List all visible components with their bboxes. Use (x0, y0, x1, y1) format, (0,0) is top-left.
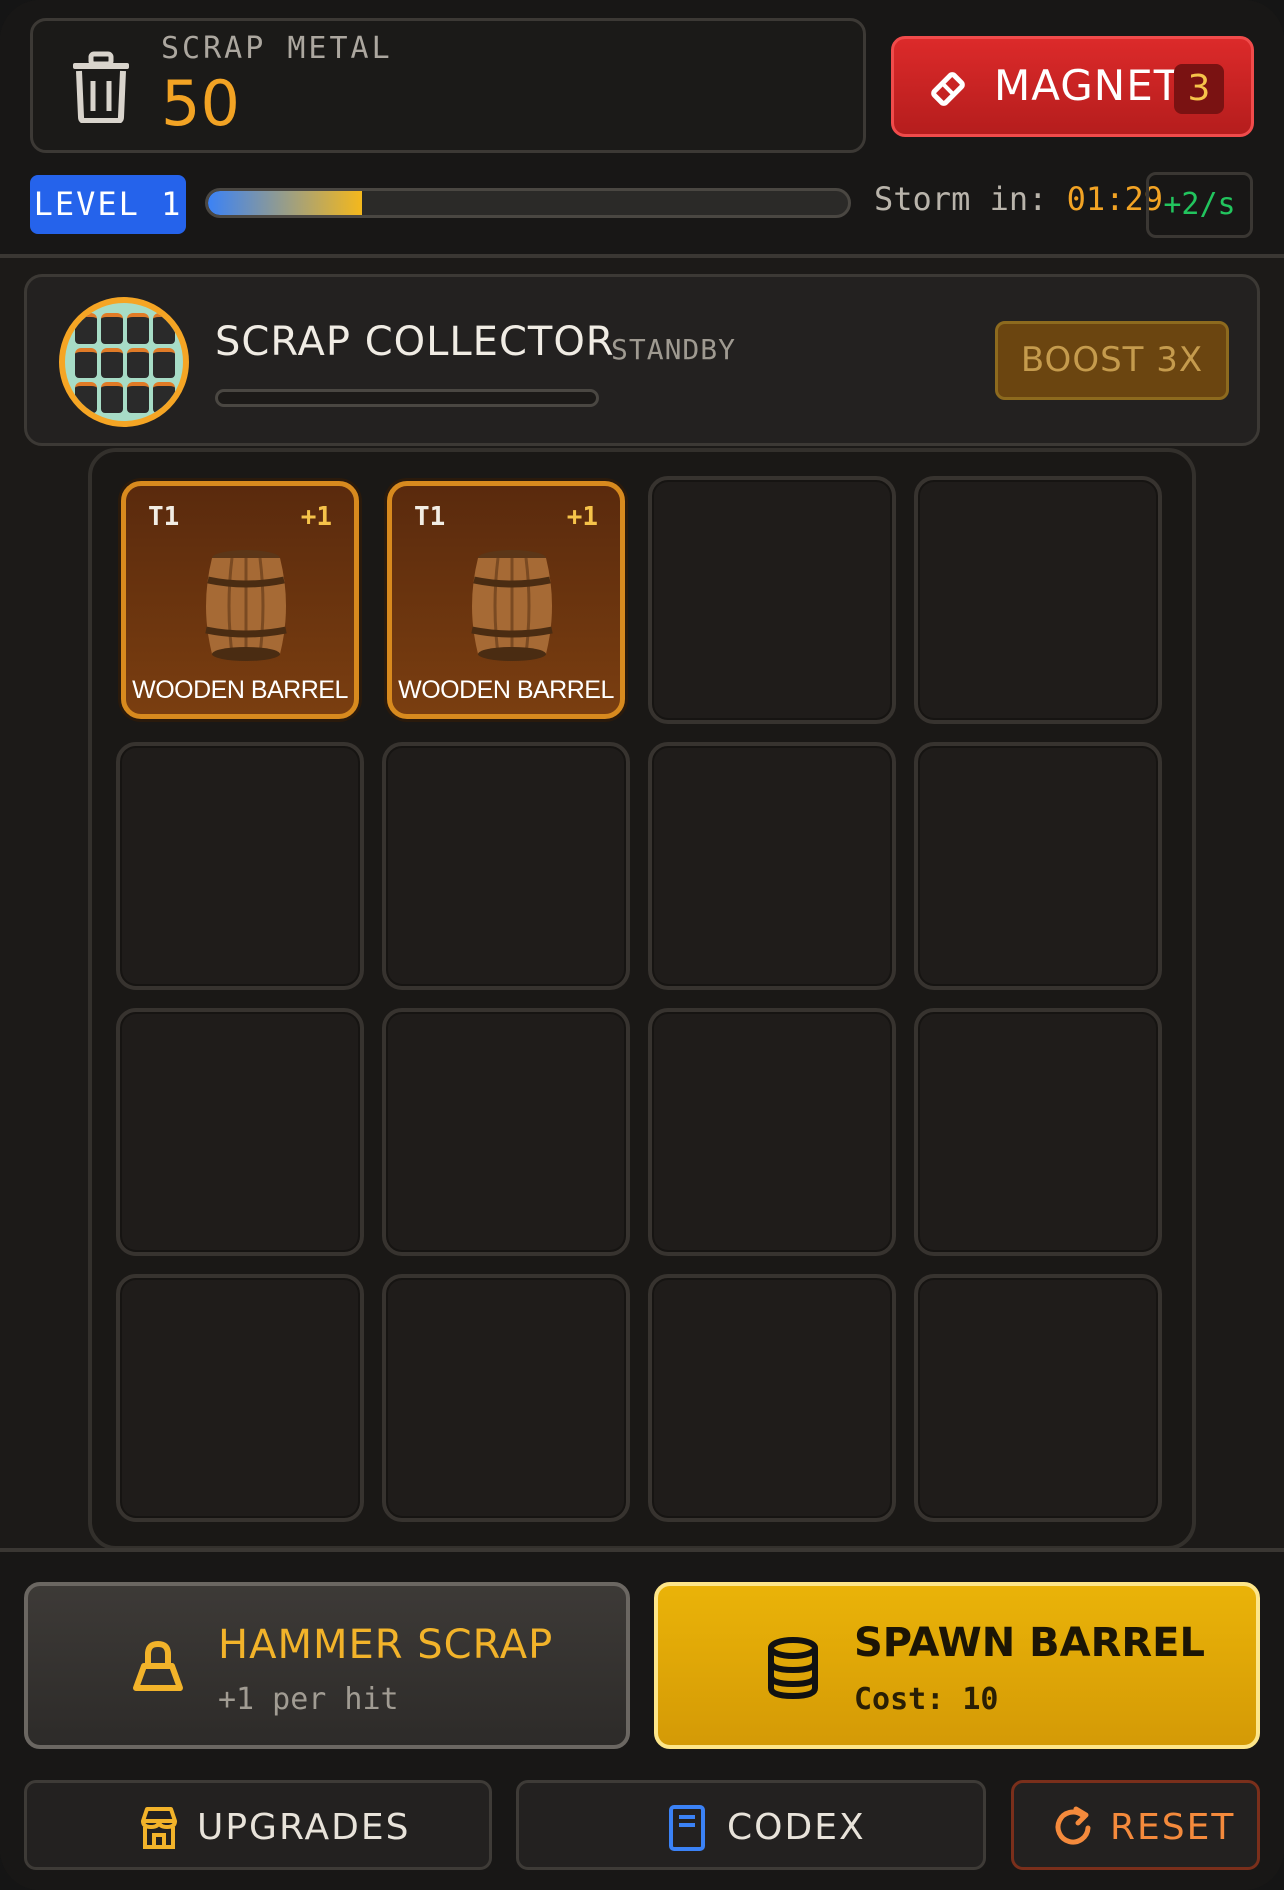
hammer-scrap-subtitle: +1 per hit (218, 1682, 399, 1717)
book-icon (669, 1805, 705, 1851)
board-cell[interactable] (116, 742, 364, 990)
database-icon (768, 1637, 818, 1700)
upgrades-label: UPGRADES (197, 1807, 411, 1848)
top-bar: SCRAP METAL 50 MAGNET 3 LEVEL 1 Storm in… (0, 0, 1284, 258)
board-cell[interactable] (382, 742, 630, 990)
magnet-count-badge: 3 (1174, 64, 1224, 114)
board-cell[interactable] (382, 1274, 630, 1522)
board-cell[interactable] (382, 1008, 630, 1256)
collector-title: SCRAP COLLECTOR (215, 319, 615, 365)
item-tier: T1 (414, 502, 446, 532)
level-badge: LEVEL 1 (30, 175, 186, 234)
item-name: WOODEN BARREL (132, 676, 348, 704)
board-cell[interactable] (648, 476, 896, 724)
game-screen: SCRAP METAL 50 MAGNET 3 LEVEL 1 Storm in… (0, 0, 1284, 1890)
collector-status: STANDBY (611, 333, 737, 366)
board-cell[interactable] (116, 1008, 364, 1256)
magnet-icon (931, 72, 965, 106)
shop-icon (141, 1807, 177, 1849)
hammer-scrap-title: HAMMER SCRAP (218, 1622, 554, 1668)
board-cell-item[interactable]: T1 +1 WOODEN BARREL (387, 481, 625, 719)
collector-avatar (59, 297, 189, 427)
hammer-icon (133, 1640, 183, 1691)
storm-timer: Storm in: 01:29 (874, 180, 1163, 218)
board-cell[interactable] (648, 742, 896, 990)
scrap-collector-panel: SCRAP COLLECTOR STANDBY BOOST 3X (24, 274, 1260, 446)
collector-progress-bar (215, 389, 599, 407)
refresh-icon (1055, 1806, 1091, 1845)
hammer-scrap-button[interactable]: HAMMER SCRAP +1 per hit (24, 1582, 630, 1749)
trash-icon (73, 51, 129, 123)
wooden-barrel-icon (471, 550, 553, 661)
merge-board: T1 +1 WOODEN BARREL T1 +1 WOODEN BARREL (88, 448, 1196, 1550)
xp-progress-fill (208, 191, 362, 215)
xp-progress-bar (205, 188, 851, 218)
wooden-barrel-icon (205, 550, 287, 661)
storm-label: Storm in: (874, 180, 1048, 218)
magnet-button[interactable]: MAGNET 3 (891, 36, 1254, 137)
boost-button[interactable]: BOOST 3X (995, 321, 1229, 400)
board-cell[interactable] (648, 1008, 896, 1256)
magnet-label: MAGNET (994, 61, 1181, 110)
scrap-metal-value: 50 (161, 67, 240, 140)
upgrades-button[interactable]: UPGRADES (24, 1780, 492, 1870)
board-cell-item[interactable]: T1 +1 WOODEN BARREL (121, 481, 359, 719)
reset-button[interactable]: RESET (1011, 1780, 1260, 1870)
codex-label: CODEX (727, 1807, 866, 1848)
spawn-barrel-title: SPAWN BARREL (854, 1620, 1205, 1666)
board-cell[interactable] (116, 1274, 364, 1522)
item-tier: T1 (148, 502, 180, 532)
board-cell[interactable] (914, 1008, 1162, 1256)
scrap-metal-label: SCRAP METAL (161, 31, 393, 66)
reset-label: RESET (1110, 1807, 1236, 1848)
board-cell[interactable] (914, 1274, 1162, 1522)
item-name: WOODEN BARREL (398, 676, 614, 704)
barrel-stack-icon (75, 313, 175, 413)
spawn-barrel-button[interactable]: SPAWN BARREL Cost: 10 (654, 1582, 1260, 1749)
spawn-barrel-cost: Cost: 10 (854, 1682, 999, 1717)
board-cell[interactable] (914, 742, 1162, 990)
codex-button[interactable]: CODEX (516, 1780, 986, 1870)
bottom-controls: HAMMER SCRAP +1 per hit SPAWN BARREL Cos… (0, 1548, 1284, 1890)
scrap-metal-panel: SCRAP METAL 50 (30, 18, 866, 153)
board-cell[interactable] (648, 1274, 896, 1522)
board-cell[interactable] (914, 476, 1162, 724)
item-bonus: +1 (300, 502, 332, 532)
income-rate-badge: +2/s (1146, 172, 1253, 238)
item-bonus: +1 (566, 502, 598, 532)
